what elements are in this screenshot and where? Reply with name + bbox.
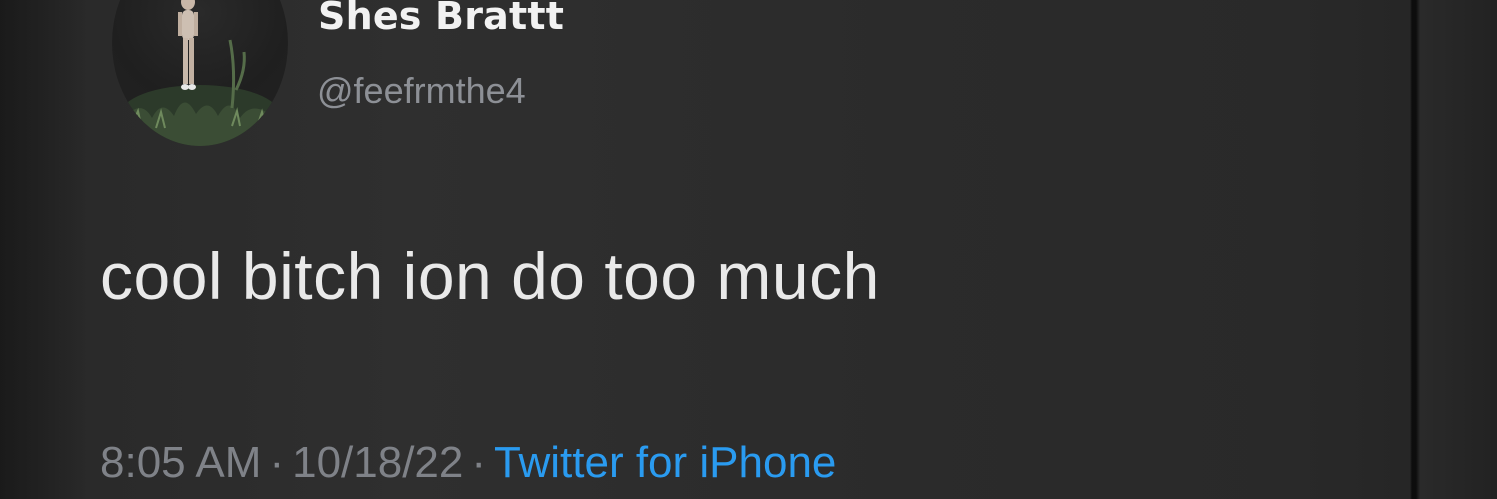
display-name[interactable]: Shes Brattt [318,0,564,38]
separator: · [471,438,487,487]
tweet-screenshot: Shes Brattt @feefrmthe4 cool bitch ion d… [0,0,1497,499]
username-handle[interactable]: @feefrmthe4 [317,70,526,112]
tweet-metadata: 8:05 AM · 10/18/22 · Twitter for iPhone [100,438,836,488]
separator: · [269,438,285,487]
tweet-time[interactable]: 8:05 AM [100,438,261,487]
edge-shadow [0,0,90,499]
tweet-date[interactable]: 10/18/22 [292,438,463,487]
tweet-source-link[interactable]: Twitter for iPhone [494,438,836,487]
avatar[interactable] [112,0,288,146]
avatar-photo-icon [120,0,280,146]
tweet-text: cool bitch ion do too much [100,239,880,313]
